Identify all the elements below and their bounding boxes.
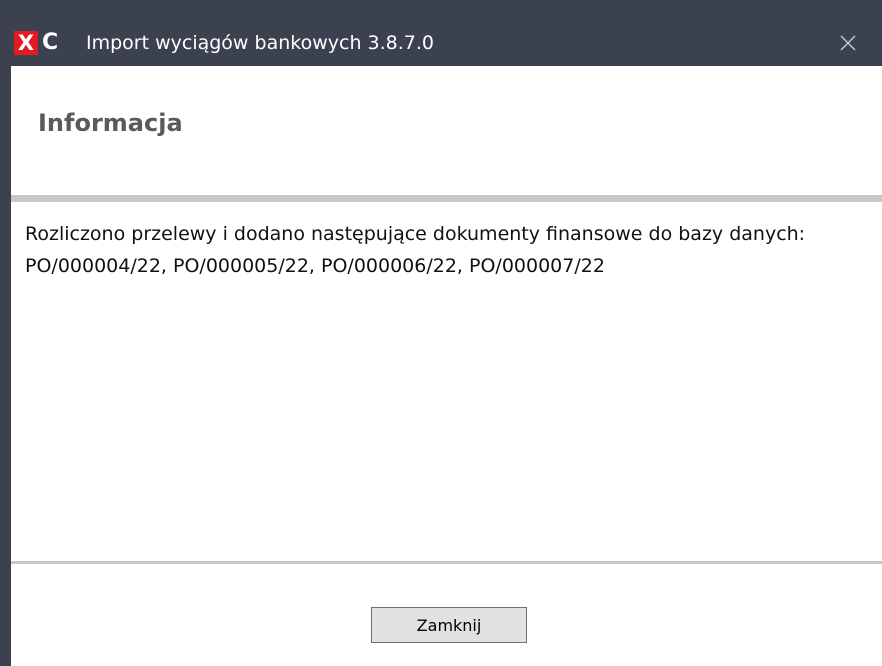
- title-bar[interactable]: X C Import wyciągów bankowych 3.8.7.0: [0, 0, 882, 66]
- dialog-heading: Informacja: [38, 109, 183, 137]
- heading-divider: [11, 195, 882, 202]
- window-left-border: [0, 66, 11, 666]
- dialog-window: X C Import wyciągów bankowych 3.8.7.0 In…: [0, 0, 882, 666]
- dialog-message: Rozliczono przelewy i dodano następujące…: [25, 223, 806, 277]
- close-button[interactable]: Zamknij: [371, 607, 527, 643]
- app-logo-c: C: [42, 30, 59, 55]
- app-logo: X C: [14, 31, 58, 55]
- app-logo-x: X: [14, 31, 38, 55]
- window-close-button[interactable]: [834, 30, 862, 56]
- close-icon: [840, 35, 856, 51]
- footer-divider: [11, 561, 882, 564]
- window-title: Import wyciągów bankowych 3.8.7.0: [86, 32, 434, 54]
